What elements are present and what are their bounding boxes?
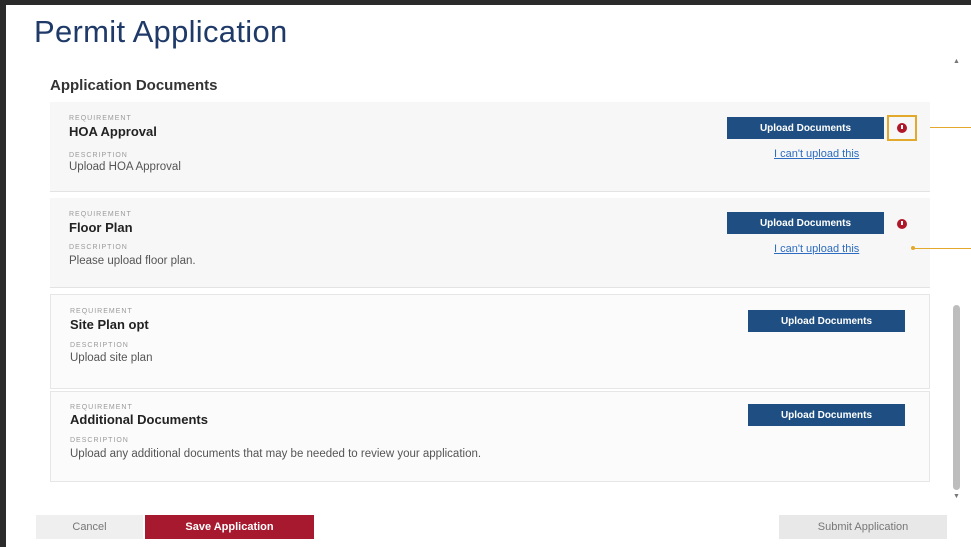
requirement-card-hoa-approval: REQUIREMENT HOA Approval DESCRIPTION Upl… bbox=[50, 102, 930, 192]
alert-icon bbox=[897, 123, 907, 133]
scroll-up-arrow-icon[interactable]: ▲ bbox=[953, 58, 960, 65]
window-frame-left bbox=[0, 0, 6, 547]
description-label: DESCRIPTION bbox=[70, 437, 129, 444]
callout-dot bbox=[911, 246, 915, 250]
cant-upload-link[interactable]: I can't upload this bbox=[774, 243, 859, 255]
alert-icon bbox=[897, 219, 907, 229]
save-application-button[interactable]: Save Application bbox=[145, 515, 314, 539]
requirement-label: REQUIREMENT bbox=[69, 115, 132, 122]
description-label: DESCRIPTION bbox=[69, 152, 128, 159]
requirement-label: REQUIREMENT bbox=[70, 308, 133, 315]
description-label: DESCRIPTION bbox=[69, 244, 128, 251]
requirement-description: Please upload floor plan. bbox=[69, 255, 196, 267]
cancel-button[interactable]: Cancel bbox=[36, 515, 143, 539]
upload-documents-button[interactable]: Upload Documents bbox=[748, 310, 905, 332]
requirement-label: REQUIREMENT bbox=[70, 404, 133, 411]
requirement-card-additional-documents: REQUIREMENT Additional Documents DESCRIP… bbox=[50, 391, 930, 482]
page-title: Permit Application bbox=[34, 14, 288, 49]
upload-documents-button[interactable]: Upload Documents bbox=[748, 404, 905, 426]
requirement-card-site-plan: REQUIREMENT Site Plan opt DESCRIPTION Up… bbox=[50, 294, 930, 389]
requirement-name: Floor Plan bbox=[69, 220, 133, 235]
requirement-name: Additional Documents bbox=[70, 412, 208, 427]
requirement-name: HOA Approval bbox=[69, 124, 157, 139]
scrollbar-thumb[interactable] bbox=[953, 305, 960, 490]
window-frame-top bbox=[0, 0, 971, 5]
requirement-label: REQUIREMENT bbox=[69, 211, 132, 218]
scroll-down-arrow-icon[interactable]: ▼ bbox=[953, 493, 960, 500]
requirement-card-floor-plan: REQUIREMENT Floor Plan DESCRIPTION Pleas… bbox=[50, 198, 930, 288]
requirement-description: Upload any additional documents that may… bbox=[70, 448, 482, 460]
callout-line bbox=[912, 248, 971, 249]
requirement-name: Site Plan opt bbox=[70, 317, 149, 332]
section-title: Application Documents bbox=[50, 77, 218, 94]
upload-documents-button[interactable]: Upload Documents bbox=[727, 117, 884, 139]
cant-upload-link[interactable]: I can't upload this bbox=[774, 148, 859, 160]
description-label: DESCRIPTION bbox=[70, 342, 129, 349]
requirement-description: Upload HOA Approval bbox=[69, 161, 181, 173]
upload-documents-button[interactable]: Upload Documents bbox=[727, 212, 884, 234]
requirement-description: Upload site plan bbox=[70, 352, 153, 364]
submit-application-button[interactable]: Submit Application bbox=[779, 515, 947, 539]
